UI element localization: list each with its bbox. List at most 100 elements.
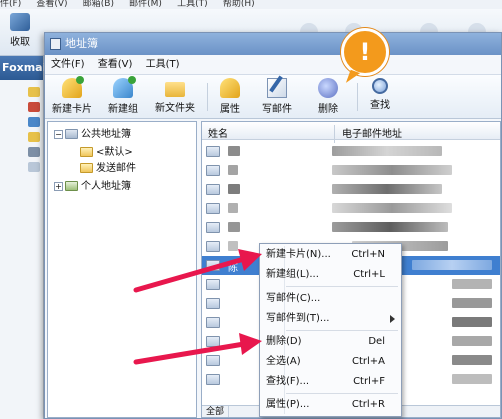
column-header-email[interactable]: 电子邮件地址 <box>342 125 402 140</box>
tree-item-sent[interactable]: 发送邮件 <box>80 162 136 176</box>
menu-item-shortcut: Ctrl+L <box>353 269 385 280</box>
address-book-tree: − 公共地址簿 <默认> 发送邮件 + 个人地址簿 <box>47 121 197 418</box>
folder-icon <box>80 147 93 157</box>
menu-item-shortcut: Ctrl+N <box>351 249 385 260</box>
table-row[interactable] <box>202 142 500 161</box>
table-row[interactable] <box>202 218 500 237</box>
main-menu-mail[interactable]: 邮件(M) <box>129 0 162 9</box>
redacted-email <box>452 298 492 308</box>
properties-icon <box>220 78 240 98</box>
redacted-email <box>332 146 442 156</box>
contact-card-icon <box>206 279 220 290</box>
table-row[interactable] <box>202 161 500 180</box>
find-label: 查找 <box>370 100 390 111</box>
write-mail-button[interactable]: 写邮件 <box>259 78 295 116</box>
selected-name-prefix: 陈 <box>228 263 238 274</box>
collapse-toggle[interactable]: − <box>54 129 63 139</box>
tree-item-label: <默认> <box>96 147 133 158</box>
table-row[interactable] <box>202 180 500 199</box>
properties-label: 属性 <box>220 104 240 115</box>
redacted-name <box>228 241 238 251</box>
properties-button[interactable]: 属性 <box>215 78 245 116</box>
menu-file[interactable]: 文件(F) <box>51 59 85 70</box>
toolbar-separator <box>207 83 208 111</box>
toolbar-separator <box>357 83 358 111</box>
column-divider[interactable] <box>334 125 335 143</box>
tree-item-public-book[interactable]: − 公共地址簿 <box>54 128 131 142</box>
menu-item-new-group[interactable]: 新建组(L)... Ctrl+L <box>262 266 399 284</box>
address-book-icon <box>50 38 61 50</box>
redacted-email <box>332 203 452 213</box>
new-folder-icon <box>165 82 185 97</box>
trash-icon[interactable] <box>28 147 40 157</box>
menu-item-label: 写邮件到(T)... <box>266 313 330 324</box>
folder-icon <box>80 163 93 173</box>
redacted-email <box>332 222 448 232</box>
menu-item-properties[interactable]: 属性(P)... Ctrl+R <box>262 396 399 414</box>
menu-item-delete[interactable]: 删除(D) Del <box>262 333 399 351</box>
contact-card-icon <box>206 222 220 233</box>
menu-item-select-all[interactable]: 全选(A) Ctrl+A <box>262 353 399 371</box>
contact-card-icon <box>206 260 220 271</box>
main-menu-view[interactable]: 查看(V) <box>36 0 67 9</box>
window-title: 地址簿 <box>65 37 98 50</box>
receive-button[interactable]: 收取 <box>2 9 38 54</box>
menu-item-label: 新建卡片(N)... <box>266 249 331 260</box>
write-mail-label: 写邮件 <box>262 104 292 115</box>
spam-icon[interactable] <box>28 162 40 172</box>
redacted-email <box>452 355 492 365</box>
address-book-titlebar[interactable]: 地址簿 <box>45 33 501 55</box>
menu-separator <box>286 393 398 394</box>
redacted-name <box>228 146 240 156</box>
menu-item-label: 查找(F)... <box>266 376 310 387</box>
menu-item-label: 属性(P)... <box>266 399 310 410</box>
mailbox-folder-icon[interactable] <box>28 87 40 97</box>
menu-item-shortcut: Ctrl+F <box>353 376 385 387</box>
alpha-filter-all[interactable]: 全部 <box>202 406 230 417</box>
contact-card-icon <box>206 374 220 385</box>
menu-item-shortcut: Ctrl+A <box>351 356 385 367</box>
tree-item-personal-book[interactable]: + 个人地址簿 <box>54 180 131 194</box>
expand-toggle[interactable]: + <box>54 181 63 191</box>
redacted-email <box>332 165 452 175</box>
main-menu-mailbox[interactable]: 邮箱(B) <box>83 0 114 9</box>
redacted-email <box>332 184 442 194</box>
tree-item-label: 发送邮件 <box>96 163 136 174</box>
delete-icon <box>318 78 338 98</box>
tree-item-label: 公共地址簿 <box>81 129 131 140</box>
menu-item-write-mail-to[interactable]: 写邮件到(T)... <box>262 310 399 328</box>
column-header-name[interactable]: 姓名 <box>208 125 228 140</box>
menu-item-new-card[interactable]: 新建卡片(N)... Ctrl+N <box>262 246 399 264</box>
contact-list-header: 姓名 电子邮件地址 <box>202 122 500 143</box>
main-menu-help[interactable]: 帮助(H) <box>223 0 255 9</box>
new-folder-label: 新文件夹 <box>155 103 195 114</box>
delete-button[interactable]: 删除 <box>313 78 343 116</box>
new-card-icon <box>62 76 84 98</box>
address-book-menubar: 文件(F) 查看(V) 工具(T) <box>45 55 501 75</box>
menu-item-label: 删除(D) <box>266 336 302 347</box>
new-card-label: 新建卡片 <box>52 104 92 115</box>
find-button[interactable]: 查找 <box>365 78 395 116</box>
sent-icon[interactable] <box>28 132 40 142</box>
main-menu-file[interactable]: 件(F) <box>0 0 21 9</box>
contact-card-icon <box>206 298 220 309</box>
outbox-icon[interactable] <box>28 117 40 127</box>
table-row[interactable] <box>202 199 500 218</box>
menu-tools[interactable]: 工具(T) <box>146 59 180 70</box>
contact-card-icon <box>206 241 220 252</box>
new-group-label: 新建组 <box>108 104 138 115</box>
redacted-name <box>228 203 238 213</box>
new-folder-button[interactable]: 新文件夹 <box>151 78 199 116</box>
alert-badge: ! <box>341 28 389 76</box>
inbox-icon[interactable] <box>28 102 40 112</box>
new-group-button[interactable]: 新建组 <box>103 76 143 116</box>
tree-item-label: 个人地址簿 <box>81 181 131 192</box>
redacted-email <box>452 336 492 346</box>
menu-item-write-mail[interactable]: 写邮件(C)... <box>262 290 399 308</box>
redacted-email <box>452 374 492 384</box>
menu-item-find[interactable]: 查找(F)... Ctrl+F <box>262 373 399 391</box>
main-menu-tools[interactable]: 工具(T) <box>177 0 208 9</box>
new-card-button[interactable]: 新建卡片 <box>49 76 95 116</box>
tree-item-default[interactable]: <默认> <box>80 146 133 160</box>
menu-view[interactable]: 查看(V) <box>98 59 133 70</box>
